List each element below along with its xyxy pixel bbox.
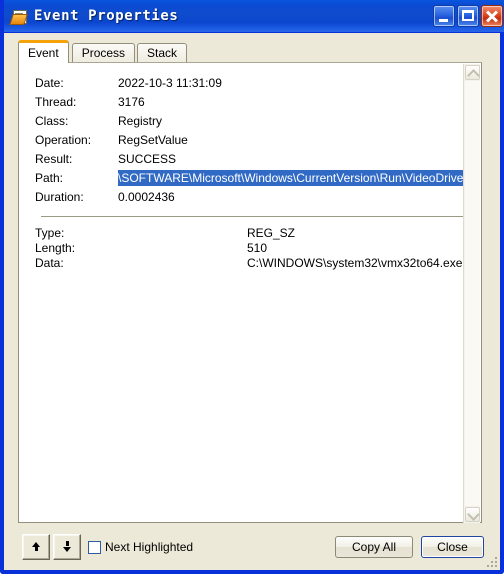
field-value-operation: RegSetValue — [118, 133, 188, 147]
detail-value-length: 510 — [247, 241, 268, 255]
window-title: Event Properties — [34, 8, 179, 24]
minimize-button[interactable] — [433, 5, 455, 27]
close-button[interactable]: Close — [421, 536, 484, 558]
detail-row-type: Type: REG_SZ — [35, 226, 447, 241]
previous-event-button[interactable] — [22, 534, 50, 560]
detail-label-data: Data: — [35, 256, 64, 270]
field-label-path: Path: — [35, 171, 64, 185]
tab-process[interactable]: Process — [71, 43, 136, 63]
event-tab-panel: Date: 2022-10-3 11:31:09 Thread: 3176 Cl… — [18, 62, 482, 523]
detail-row-length: Length: 510 — [35, 241, 447, 256]
copy-all-button[interactable]: Copy All — [335, 536, 413, 558]
field-value-result: SUCCESS — [118, 152, 177, 166]
next-highlighted-checkbox[interactable]: Next Highlighted — [88, 540, 193, 554]
resize-grip[interactable] — [485, 555, 497, 567]
field-label-date: Date: — [35, 76, 64, 90]
detail-value-data: C:\WINDOWS\system32\vmx32to64.exe — [247, 256, 463, 270]
title-bar[interactable]: Event Properties — [4, 0, 504, 33]
field-value-class: Registry — [118, 114, 163, 128]
detail-value-type: REG_SZ — [247, 226, 296, 240]
tab-strip: Event Process Stack — [18, 40, 189, 64]
field-label-duration: Duration: — [35, 190, 84, 204]
scroll-up-arrow-icon[interactable] — [465, 65, 480, 82]
field-value-date: 2022-10-3 11:31:09 — [118, 76, 222, 90]
scrollbar-track[interactable] — [465, 81, 480, 506]
maximize-button[interactable] — [457, 5, 479, 27]
field-label-operation: Operation: — [35, 133, 92, 147]
tab-event[interactable]: Event — [18, 40, 69, 64]
window-controls — [433, 5, 503, 27]
arrow-down-icon — [63, 547, 71, 552]
close-window-button[interactable] — [481, 5, 503, 27]
event-detail-list: Type: REG_SZ Length: 510 Data: C:\WINDOW… — [35, 226, 462, 271]
field-value-duration: 0.0002436 — [118, 190, 175, 204]
section-divider — [41, 216, 467, 217]
next-event-button[interactable] — [53, 534, 81, 560]
field-label-thread: Thread: — [35, 95, 77, 109]
field-value-path[interactable]: \SOFTWARE\Microsoft\Windows\CurrentVersi… — [118, 170, 469, 186]
field-label-result: Result: — [35, 152, 73, 166]
tab-stack[interactable]: Stack — [137, 43, 188, 63]
detail-label-length: Length: — [35, 241, 76, 255]
checkbox-box-icon[interactable] — [88, 540, 101, 554]
field-value-thread: 3176 — [118, 95, 145, 109]
event-properties-window: Event Properties Event Process Stack Dat… — [0, 0, 504, 574]
field-label-class: Class: — [35, 114, 69, 128]
event-properties-icon — [9, 9, 28, 25]
detail-label-type: Type: — [35, 226, 65, 240]
detail-row-data: Data: C:\WINDOWS\system32\vmx32to64.exe — [35, 256, 462, 271]
scroll-down-arrow-icon[interactable] — [465, 507, 480, 522]
detail-scrollbar[interactable] — [463, 64, 480, 523]
next-highlighted-label: Next Highlighted — [105, 540, 194, 554]
